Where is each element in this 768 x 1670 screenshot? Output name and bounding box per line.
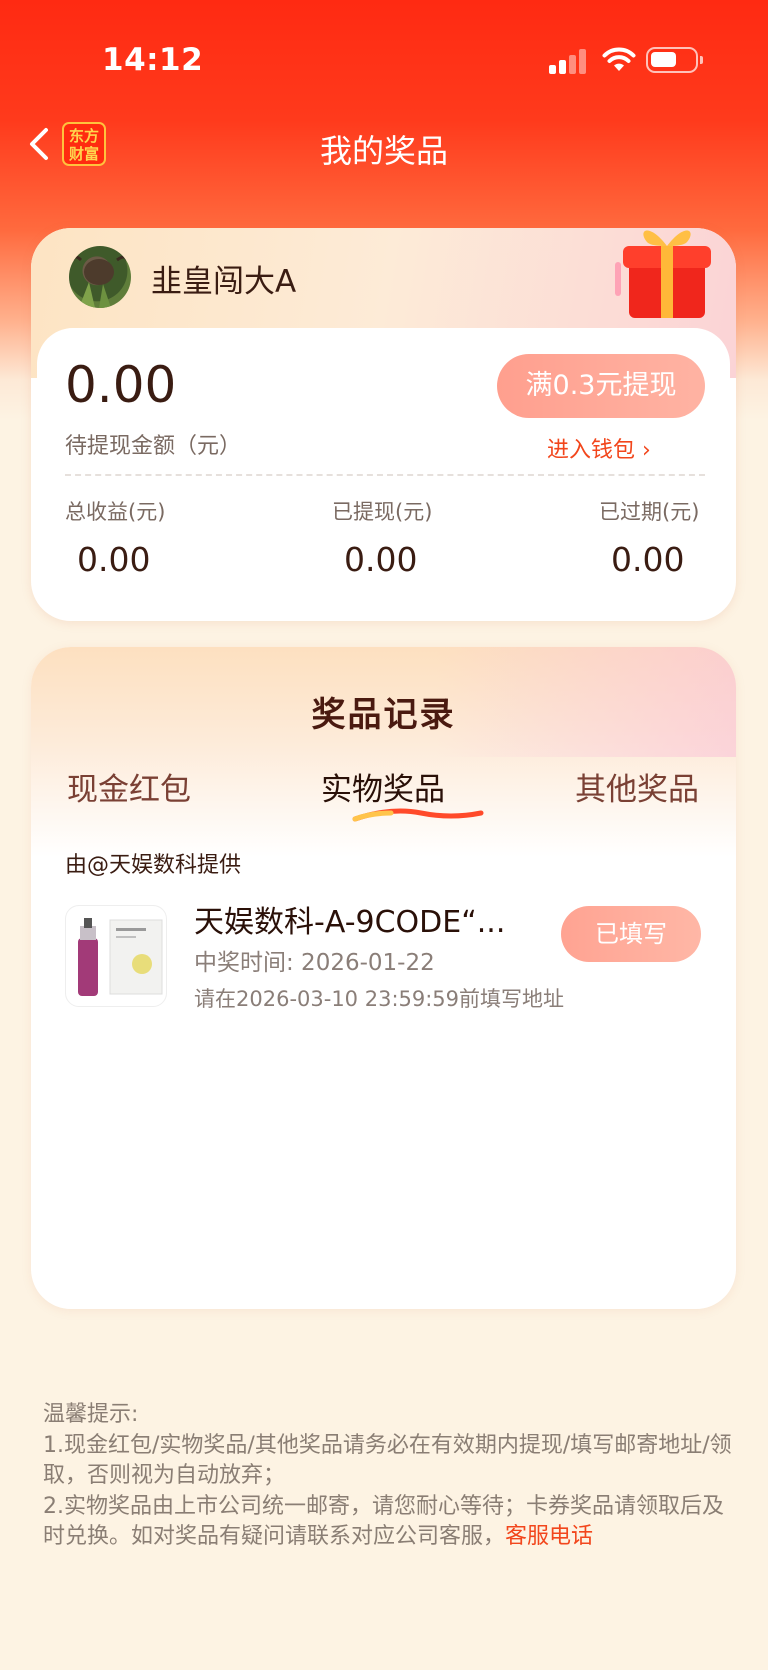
balance-amount: 0.00 — [65, 356, 177, 414]
stat-value: 0.00 — [77, 540, 151, 579]
prize-name[interactable]: 天娱数科-A-9CODE“... — [194, 897, 564, 941]
prize-thumbnail[interactable] — [65, 905, 167, 1007]
stat-withdrawn: 已提现(元) 0.00 — [332, 496, 522, 579]
prize-deadline: 请在2026-03-10 23:59:59前填写地址 — [194, 987, 565, 1011]
tips-section: 温馨提示: 1.现金红包/实物奖品/其他奖品请务必在有效期内提现/填写邮寄地址/… — [43, 1400, 733, 1553]
stat-label: 总收益(元) — [65, 500, 166, 524]
customer-service-link[interactable]: 客服电话 — [505, 1524, 593, 1549]
tab-cash-red-packet[interactable]: 现金红包 — [67, 764, 191, 809]
stat-total-earnings: 总收益(元) 0.00 — [65, 496, 255, 579]
status-time: 14:12 — [102, 42, 204, 78]
gift-box-icon — [615, 230, 711, 318]
stat-value: 0.00 — [344, 540, 418, 579]
wifi-icon — [602, 47, 636, 71]
tips-line-1: 1.现金红包/实物奖品/其他奖品请务必在有效期内提现/填写邮寄地址/领取，否则视… — [43, 1432, 732, 1489]
balance-panel: 0.00 待提现金额（元） 满0.3元提现 进入钱包 › 总收益(元) 0.00… — [37, 328, 730, 614]
balance-label: 待提现金额（元） — [65, 434, 242, 459]
page-title: 我的奖品 — [319, 132, 448, 170]
active-tab-underline — [352, 808, 484, 822]
username: 韭皇闯大A — [151, 264, 297, 300]
status-bar: 14:12 — [0, 0, 768, 110]
prize-win-time: 中奖时间: 2026-01-22 — [194, 950, 435, 976]
divider — [65, 474, 705, 476]
tips-line-2-text: 2.实物奖品由上市公司统一邮寄，请您耐心等待；卡券奖品请领取后及时兑换。如对奖品… — [43, 1493, 724, 1550]
signal-icon — [549, 48, 589, 74]
prize-source: 由@天娱数科提供 — [65, 853, 242, 878]
stat-label: 已过期(元) — [599, 500, 700, 524]
tab-other-prizes[interactable]: 其他奖品 — [575, 764, 699, 809]
tab-physical-prize[interactable]: 实物奖品 — [321, 764, 445, 809]
withdraw-button[interactable]: 满0.3元提现 — [497, 354, 705, 418]
records-title: 奖品记录 — [311, 695, 456, 735]
user-balance-card: 韭皇闯大A 0.00 待提现金额（元） 满0.3元提现 进入钱包 › 总收益(元… — [31, 228, 736, 621]
prize-records-card: 奖品记录 现金红包 实物奖品 其他奖品 由@天娱数科提供 天娱数科-A-9COD… — [31, 647, 736, 1309]
nav-bar: 东方 财富 我的奖品 — [0, 110, 768, 180]
wallet-link[interactable]: 进入钱包 › — [547, 432, 651, 464]
stat-value: 0.00 — [611, 540, 685, 579]
chevron-right-icon: › — [642, 438, 651, 463]
battery-icon — [646, 47, 703, 73]
address-filled-button[interactable]: 已填写 — [561, 906, 701, 962]
stat-expired: 已过期(元) 0.00 — [599, 496, 709, 579]
tips-heading: 温馨提示: — [43, 1402, 139, 1427]
tips-line-2: 2.实物奖品由上市公司统一邮寄，请您耐心等待；卡券奖品请领取后及时兑换。如对奖品… — [43, 1492, 733, 1553]
wallet-link-label: 进入钱包 — [547, 438, 636, 463]
avatar[interactable] — [69, 246, 131, 308]
stat-label: 已提现(元) — [332, 500, 433, 524]
